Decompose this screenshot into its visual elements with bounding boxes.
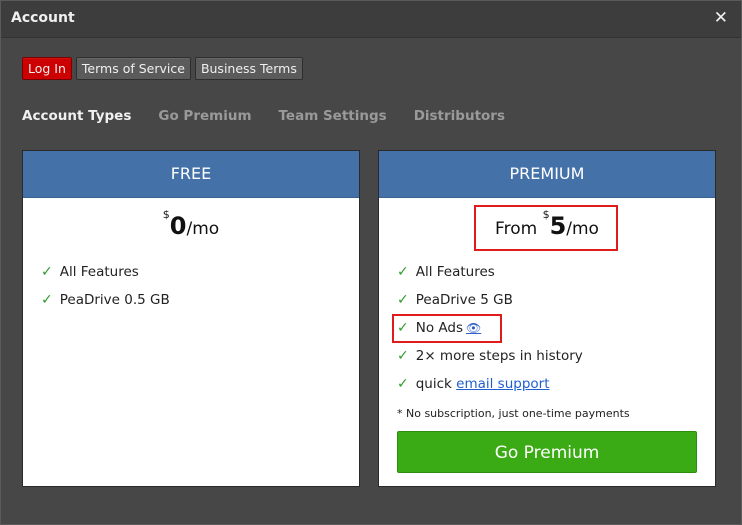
check-icon: ✓ <box>397 292 409 308</box>
price-amount: 0 <box>169 212 187 240</box>
tab-go-premium[interactable]: Go Premium <box>158 108 251 124</box>
free-plan-header: FREE <box>23 151 359 198</box>
premium-plan-card: PREMIUM From $5/mo ✓ All Features ✓ PeaDri… <box>378 150 716 487</box>
check-icon: ✓ <box>41 292 53 308</box>
tab-team-settings[interactable]: Team Settings <box>279 108 387 124</box>
account-dialog: Account ✕ Log In Terms of Service Busine… <box>0 0 742 525</box>
close-icon[interactable]: ✕ <box>714 9 728 27</box>
go-premium-button[interactable]: Go Premium <box>397 431 697 473</box>
feature-item: ✓ 2× more steps in history <box>397 346 583 374</box>
check-icon: ✓ <box>397 264 409 280</box>
top-button-row: Log In Terms of Service Business Terms <box>22 57 303 80</box>
payment-note: * No subscription, just one-time payment… <box>397 407 630 420</box>
terms-of-service-button[interactable]: Terms of Service <box>75 57 191 80</box>
feature-text: All Features <box>415 264 495 280</box>
price-highlight-box <box>474 205 618 251</box>
currency-symbol: $ <box>162 208 170 221</box>
price-period: /mo <box>186 219 220 239</box>
feature-item: ✓ quick email support <box>397 374 583 402</box>
tab-account-types[interactable]: Account Types <box>22 108 131 124</box>
premium-plan-header: PREMIUM <box>379 151 715 198</box>
feature-text: 2× more steps in history <box>415 348 583 364</box>
free-plan-card: FREE $0/mo ✓ All Features ✓ PeaDrive 0.5 G… <box>22 150 360 487</box>
log-in-button[interactable]: Log In <box>22 57 72 80</box>
feature-text: quick <box>415 376 457 392</box>
business-terms-button[interactable]: Business Terms <box>194 57 303 80</box>
no-ads-highlight-box <box>392 314 502 343</box>
check-icon: ✓ <box>397 376 409 392</box>
feature-text: PeaDrive 0.5 GB <box>59 292 170 308</box>
email-support-link[interactable]: email support <box>456 376 549 392</box>
feature-item: ✓ All Features <box>41 262 170 290</box>
feature-item: ✓ All Features <box>397 262 583 290</box>
free-plan-price: $0/mo <box>23 208 359 242</box>
tab-distributors[interactable]: Distributors <box>414 108 505 124</box>
feature-text: PeaDrive 5 GB <box>415 292 513 308</box>
title-bar: Account ✕ <box>1 1 741 38</box>
window-title: Account <box>11 10 75 26</box>
feature-text: All Features <box>59 264 139 280</box>
check-icon: ✓ <box>397 348 409 364</box>
check-icon: ✓ <box>41 264 53 280</box>
free-feature-list: ✓ All Features ✓ PeaDrive 0.5 GB <box>41 262 170 318</box>
feature-item: ✓ PeaDrive 0.5 GB <box>41 290 170 318</box>
tab-bar: Account Types Go Premium Team Settings D… <box>22 108 532 124</box>
